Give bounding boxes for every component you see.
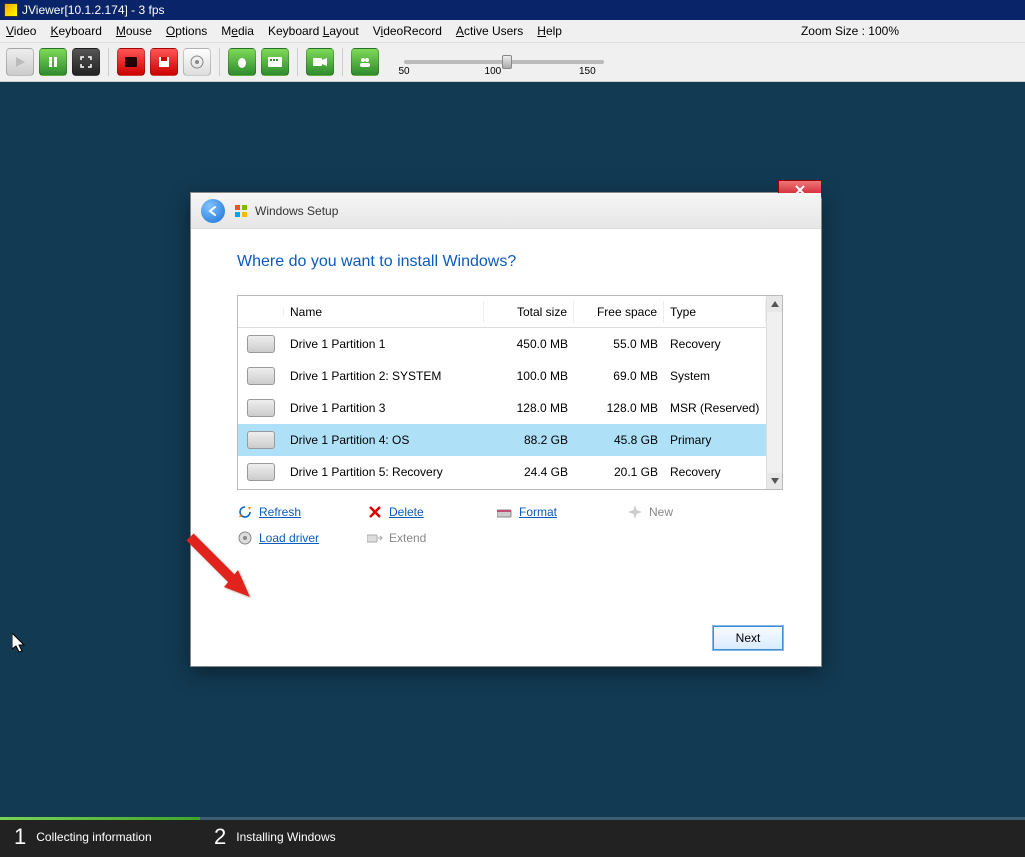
jviewer-titlebar: JViewer[10.1.2.174] - 3 fps [0, 0, 1025, 20]
format-icon [497, 504, 513, 520]
toolbar-users-button[interactable] [351, 48, 379, 76]
partition-list-header: Name Total size Free space Type [238, 296, 766, 328]
extend-link: Extend [367, 530, 497, 546]
partition-tools: Refresh Delete Format New Load driver [237, 504, 783, 546]
drive-icon [247, 335, 275, 353]
toolbar-mouse-button[interactable] [228, 48, 256, 76]
scroll-up-icon[interactable] [767, 296, 782, 312]
zoom-tick-min: 50 [398, 66, 409, 77]
back-button[interactable] [201, 199, 225, 223]
drive-icon [247, 431, 275, 449]
partition-name: Drive 1 Partition 1 [284, 333, 484, 355]
partition-total: 100.0 MB [484, 365, 574, 387]
menu-active-users[interactable]: Active Users [456, 24, 523, 38]
partition-type: System [664, 365, 766, 387]
drive-icon [247, 399, 275, 417]
toolbar-pause-button[interactable] [39, 48, 67, 76]
partition-scrollbar[interactable] [766, 296, 782, 489]
partition-total: 450.0 MB [484, 333, 574, 355]
toolbar-save-button[interactable] [150, 48, 178, 76]
partition-row[interactable]: Drive 1 Partition 5: Recovery24.4 GB20.1… [238, 456, 766, 488]
next-button[interactable]: Next [713, 626, 783, 650]
partition-free: 45.8 GB [574, 429, 664, 451]
partition-name: Drive 1 Partition 4: OS [284, 429, 484, 451]
partition-name: Drive 1 Partition 3 [284, 397, 484, 419]
refresh-link[interactable]: Refresh [237, 504, 367, 520]
menu-mouse[interactable]: Mouse [116, 24, 152, 38]
progress-step-2: 2 Installing Windows [200, 817, 1025, 857]
zoom-tick-mid: 100 [485, 66, 502, 77]
zoom-label: Zoom Size : 100% [801, 24, 1019, 38]
drive-icon [247, 367, 275, 385]
partition-total: 88.2 GB [484, 429, 574, 451]
partition-free: 20.1 GB [574, 461, 664, 483]
extend-icon [367, 530, 383, 546]
toolbar-fullscreen-button[interactable] [72, 48, 100, 76]
menu-options[interactable]: Options [166, 24, 207, 38]
col-type[interactable]: Type [664, 301, 766, 323]
install-progress: 1 Collecting information 2 Installing Wi… [0, 817, 1025, 857]
toolbar-keyboard-button[interactable] [261, 48, 289, 76]
menu-media[interactable]: Media [221, 24, 254, 38]
partition-total: 24.4 GB [484, 461, 574, 483]
delete-link[interactable]: Delete [367, 504, 497, 520]
dialog-title: Windows Setup [255, 204, 338, 218]
partition-free: 69.0 MB [574, 365, 664, 387]
partition-total: 128.0 MB [484, 397, 574, 419]
progress-step-1: 1 Collecting information [0, 817, 200, 857]
annotation-arrow [180, 532, 260, 612]
menu-keyboard[interactable]: Keyboard [50, 24, 101, 38]
new-link: New [627, 504, 757, 520]
jviewer-menubar: Video Keyboard Mouse Options Media Keybo… [0, 20, 1025, 42]
remote-screen: Windows Setup Where do you want to insta… [0, 82, 1025, 857]
partition-free: 128.0 MB [574, 397, 664, 419]
partition-name: Drive 1 Partition 2: SYSTEM [284, 365, 484, 387]
menu-help[interactable]: Help [537, 24, 562, 38]
col-name[interactable]: Name [284, 301, 484, 323]
new-icon [627, 504, 643, 520]
refresh-icon [237, 504, 253, 520]
zoom-slider[interactable]: 50 100 150 [404, 60, 604, 64]
col-free[interactable]: Free space [574, 301, 664, 323]
jviewer-app-icon [4, 3, 18, 17]
scroll-down-icon[interactable] [767, 473, 782, 489]
partition-type: MSR (Reserved) [664, 397, 766, 419]
format-link[interactable]: Format [497, 504, 627, 520]
partition-row[interactable]: Drive 1 Partition 2: SYSTEM100.0 MB69.0 … [238, 360, 766, 392]
zoom-tick-max: 150 [579, 66, 596, 77]
partition-type: Primary [664, 429, 766, 451]
toolbar-video-button[interactable] [306, 48, 334, 76]
partition-row[interactable]: Drive 1 Partition 1450.0 MB55.0 MBRecove… [238, 328, 766, 360]
partition-row[interactable]: Drive 1 Partition 4: OS88.2 GB45.8 GBPri… [238, 424, 766, 456]
setup-icon [233, 203, 249, 219]
jviewer-title-text: JViewer[10.1.2.174] - 3 fps [22, 3, 165, 17]
partition-list: Name Total size Free space Type Drive 1 … [237, 295, 783, 490]
dialog-heading: Where do you want to install Windows? [237, 253, 783, 271]
jviewer-toolbar: 50 100 150 [0, 42, 1025, 82]
cursor-icon [12, 633, 28, 653]
menu-videorecord[interactable]: VideoRecord [373, 24, 442, 38]
partition-type: Recovery [664, 461, 766, 483]
partition-row[interactable]: Drive 1 Partition 3128.0 MB128.0 MBMSR (… [238, 392, 766, 424]
partition-name: Drive 1 Partition 5: Recovery [284, 461, 484, 483]
toolbar-play-button[interactable] [6, 48, 34, 76]
toolbar-record-button[interactable] [117, 48, 145, 76]
col-total[interactable]: Total size [484, 301, 574, 323]
partition-type: Recovery [664, 333, 766, 355]
menu-video[interactable]: Video [6, 24, 36, 38]
toolbar-disc-button[interactable] [183, 48, 211, 76]
partition-free: 55.0 MB [574, 333, 664, 355]
delete-icon [367, 504, 383, 520]
menu-keyboard-layout[interactable]: Keyboard Layout [268, 24, 359, 38]
windows-setup-dialog: Windows Setup Where do you want to insta… [190, 192, 822, 667]
dialog-header: Windows Setup [191, 193, 821, 229]
drive-icon [247, 463, 275, 481]
